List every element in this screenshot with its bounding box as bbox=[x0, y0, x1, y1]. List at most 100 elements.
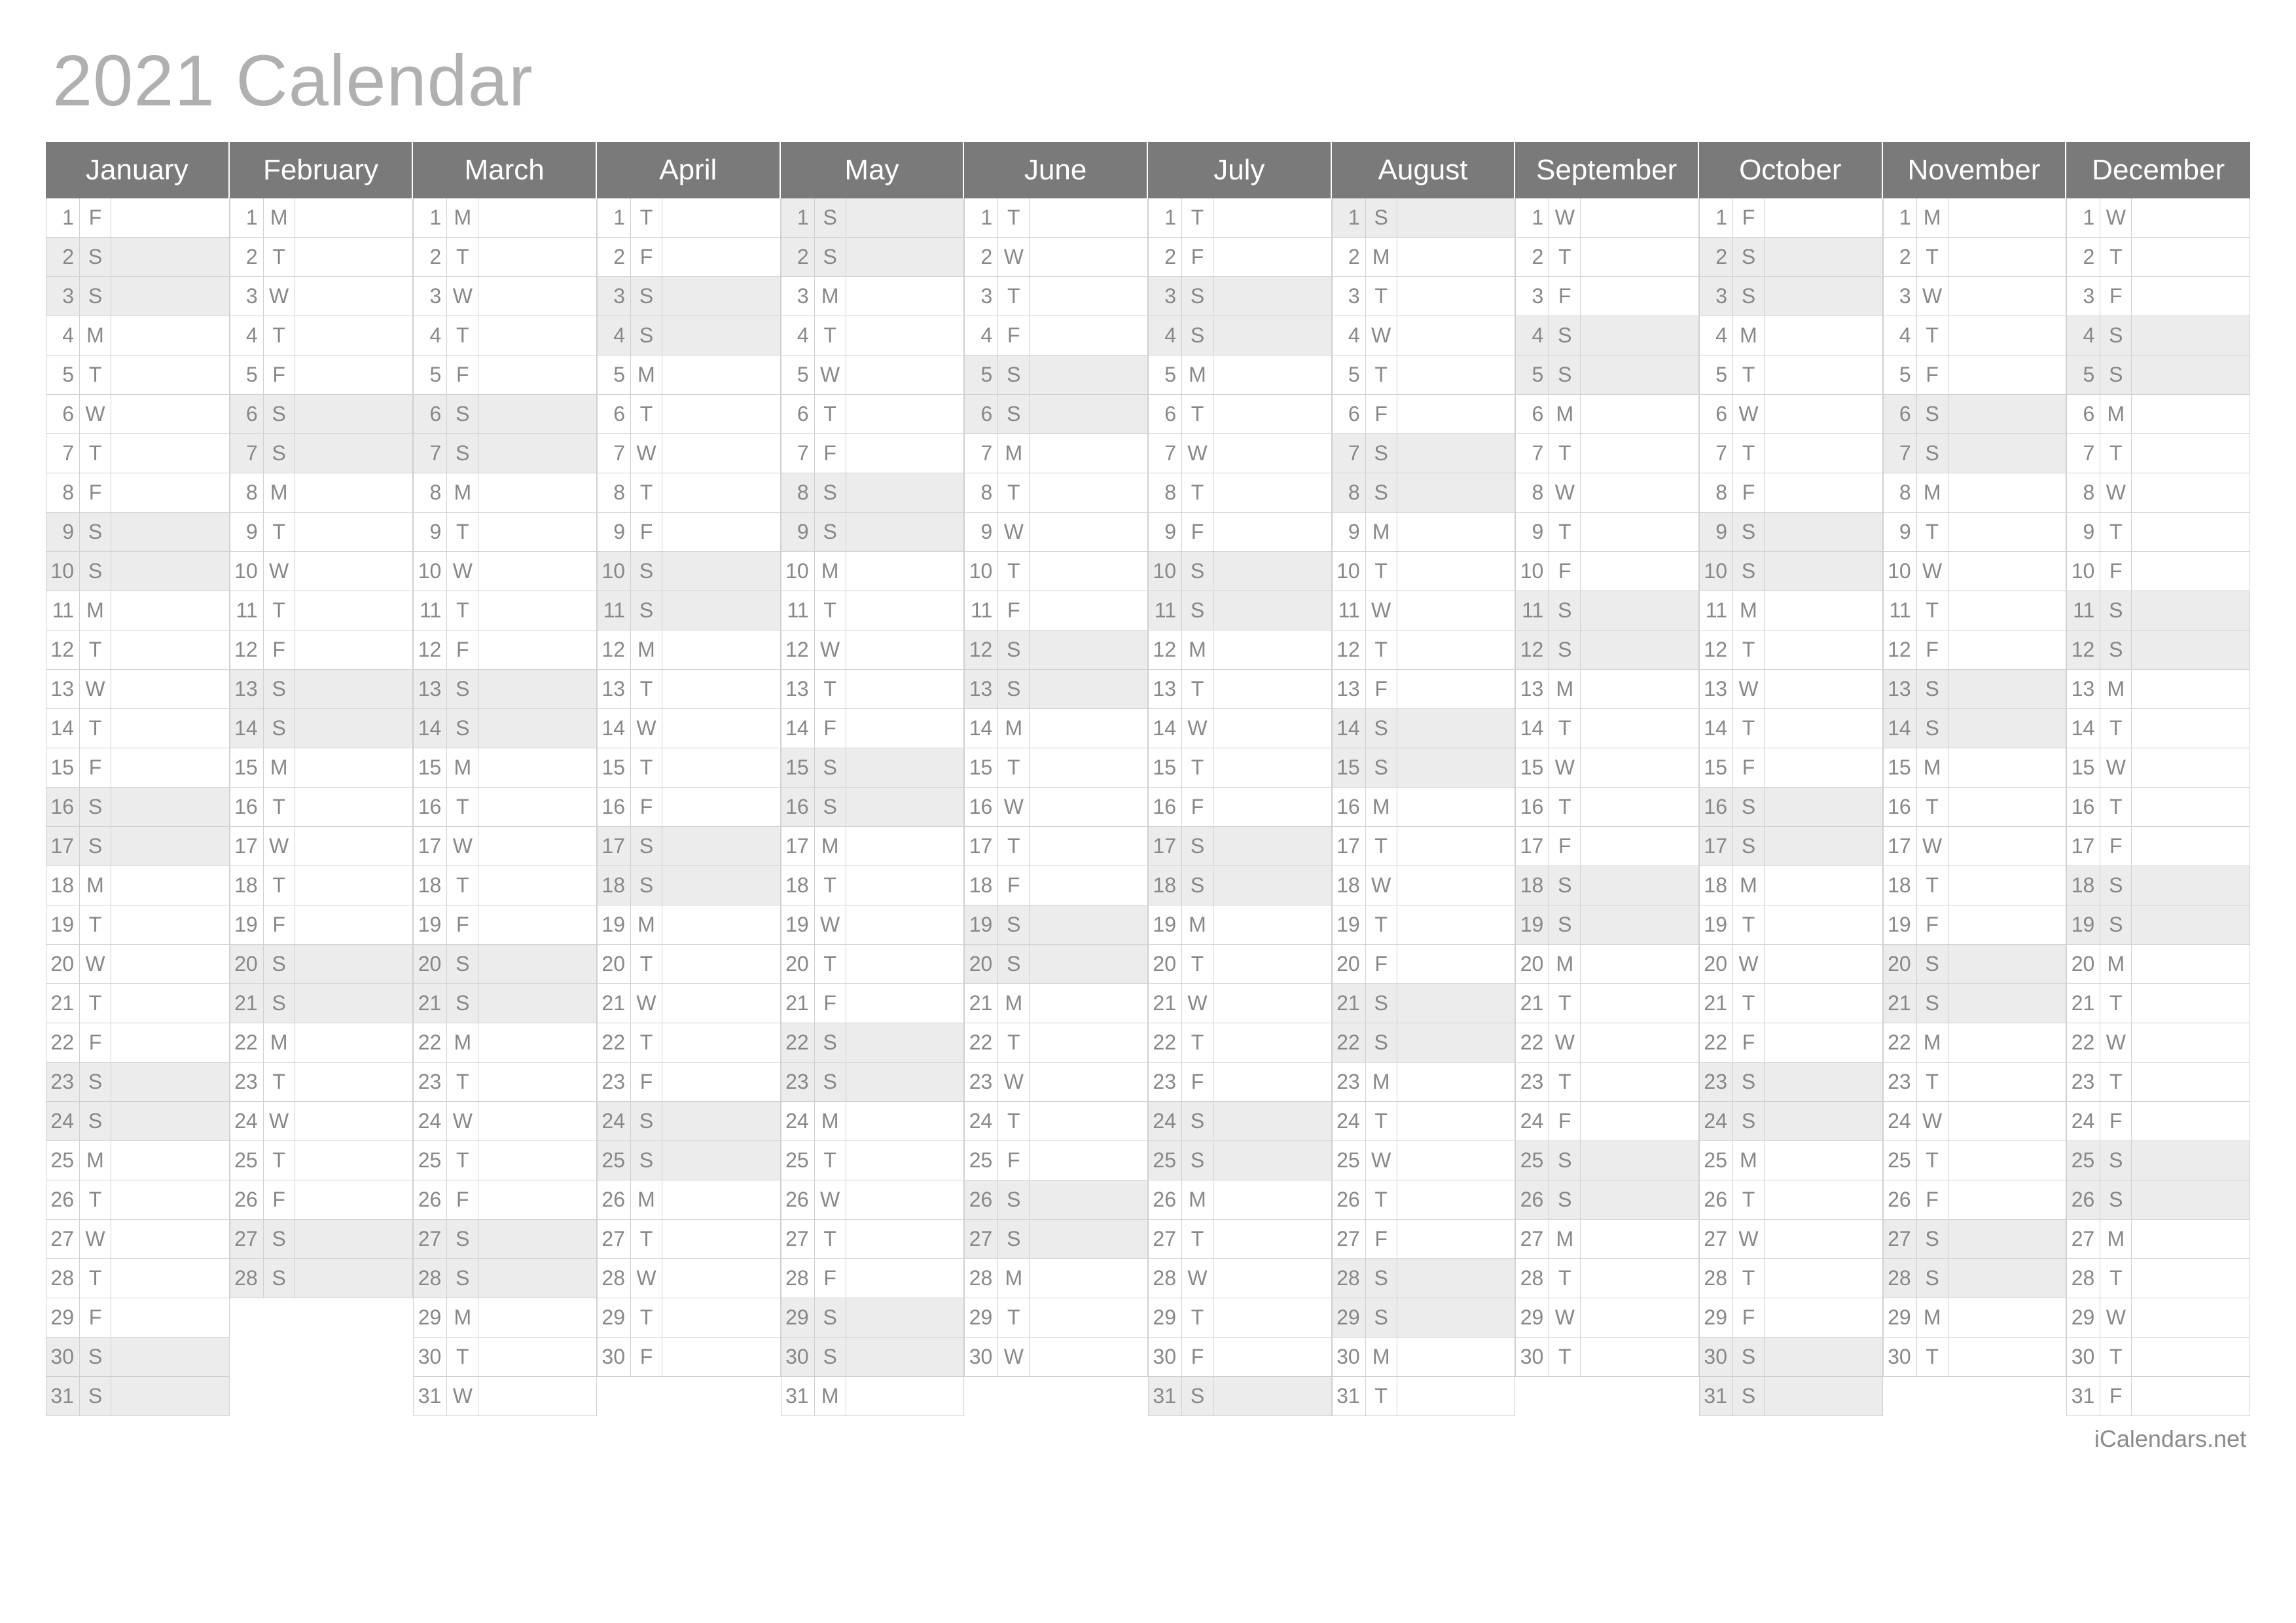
day-number: 17 bbox=[964, 827, 998, 866]
day-number: 1 bbox=[46, 198, 80, 238]
day-number: 23 bbox=[781, 1063, 815, 1102]
day-note-space bbox=[846, 1220, 965, 1259]
day-of-week: S bbox=[1182, 1102, 1213, 1141]
day-row: 17M bbox=[781, 827, 965, 866]
day-note-space bbox=[1213, 513, 1332, 552]
day-row: 25S bbox=[1515, 1141, 1699, 1180]
day-row: 14F bbox=[781, 709, 965, 748]
day-of-week: F bbox=[2100, 1102, 2132, 1141]
day-note-space bbox=[1213, 1220, 1332, 1259]
day-number: 26 bbox=[46, 1180, 80, 1220]
day-of-week: S bbox=[447, 945, 478, 984]
day-row: 17T bbox=[964, 827, 1148, 866]
day-note-space bbox=[111, 316, 230, 356]
day-row: 11M bbox=[46, 591, 230, 630]
day-row: 29W bbox=[1515, 1298, 1699, 1338]
day-row: 26T bbox=[1332, 1180, 1516, 1220]
day-row: 30T bbox=[1515, 1338, 1699, 1377]
day-of-week: T bbox=[80, 1259, 111, 1298]
day-number: 2 bbox=[781, 238, 815, 277]
day-of-week: S bbox=[1549, 591, 1581, 630]
day-row: 20M bbox=[2066, 945, 2250, 984]
day-row: 22T bbox=[964, 1023, 1148, 1063]
day-note-space bbox=[846, 1063, 965, 1102]
day-note-space bbox=[1213, 277, 1332, 316]
day-note-space bbox=[1948, 709, 2067, 748]
day-row: 6T bbox=[781, 395, 965, 434]
day-of-week: M bbox=[1182, 1180, 1213, 1220]
day-number: 25 bbox=[597, 1141, 631, 1180]
day-note-space bbox=[662, 238, 781, 277]
day-of-week: W bbox=[80, 670, 111, 709]
day-number: 26 bbox=[597, 1180, 631, 1220]
day-note-space bbox=[1213, 434, 1332, 473]
day-row: 25T bbox=[781, 1141, 965, 1180]
day-number: 7 bbox=[1148, 434, 1182, 473]
day-of-week: T bbox=[1366, 356, 1397, 395]
day-number: 5 bbox=[1148, 356, 1182, 395]
day-of-week: M bbox=[447, 1023, 478, 1063]
day-note-space bbox=[1948, 1102, 2067, 1141]
day-number: 22 bbox=[597, 1023, 631, 1063]
day-of-week: T bbox=[2100, 434, 2132, 473]
day-of-week: T bbox=[447, 788, 478, 827]
day-row: 8T bbox=[964, 473, 1148, 513]
day-note-space bbox=[1397, 1377, 1516, 1416]
day-row: 2S bbox=[46, 238, 230, 277]
day-number: 15 bbox=[1148, 748, 1182, 788]
day-number: 28 bbox=[2066, 1259, 2100, 1298]
month-column: October1F2S3S4M5T6W7T8F9S10S11M12T13W14T… bbox=[1699, 142, 1883, 1416]
day-of-week: F bbox=[631, 1063, 662, 1102]
day-of-week: S bbox=[1366, 1259, 1397, 1298]
day-note-space bbox=[1397, 1259, 1516, 1298]
day-number: 28 bbox=[1883, 1259, 1917, 1298]
month-column: June1T2W3T4F5S6S7M8T9W10T11F12S13S14M15T… bbox=[964, 142, 1148, 1416]
day-note-space bbox=[111, 670, 230, 709]
day-of-week: F bbox=[447, 1180, 478, 1220]
day-note-space bbox=[662, 513, 781, 552]
day-row: 15S bbox=[1332, 748, 1516, 788]
day-of-week: T bbox=[998, 1023, 1030, 1063]
day-note-space bbox=[478, 630, 597, 670]
day-note-space bbox=[2132, 1102, 2250, 1141]
day-number: 6 bbox=[597, 395, 631, 434]
day-note-space bbox=[2132, 1220, 2250, 1259]
day-row: 16S bbox=[781, 788, 965, 827]
day-note-space bbox=[2132, 513, 2250, 552]
day-row: 16S bbox=[46, 788, 230, 827]
day-note-space bbox=[295, 316, 414, 356]
day-note-space bbox=[1948, 316, 2067, 356]
day-number: 28 bbox=[413, 1259, 447, 1298]
day-note-space bbox=[295, 748, 414, 788]
day-of-week: T bbox=[631, 198, 662, 238]
day-number: 20 bbox=[1332, 945, 1366, 984]
day-of-week: W bbox=[1733, 395, 1765, 434]
day-of-week: T bbox=[998, 552, 1030, 591]
day-number: 15 bbox=[413, 748, 447, 788]
day-note-space bbox=[2132, 827, 2250, 866]
day-number: 26 bbox=[1699, 1180, 1733, 1220]
day-row: 12T bbox=[1699, 630, 1883, 670]
month-column: July1T2F3S4S5M6T7W8T9F10S11S12M13T14W15T… bbox=[1148, 142, 1332, 1416]
day-number: 9 bbox=[413, 513, 447, 552]
day-row: 25M bbox=[1699, 1141, 1883, 1180]
day-of-week: T bbox=[815, 866, 846, 905]
day-row: 22M bbox=[413, 1023, 597, 1063]
day-number: 21 bbox=[1515, 984, 1549, 1023]
day-note-space bbox=[478, 905, 597, 945]
day-note-space bbox=[1948, 591, 2067, 630]
day-number: 7 bbox=[1699, 434, 1733, 473]
day-row: 27M bbox=[2066, 1220, 2250, 1259]
day-of-week: W bbox=[998, 238, 1030, 277]
day-of-week: M bbox=[1917, 198, 1948, 238]
day-number: 16 bbox=[230, 788, 264, 827]
day-number: 26 bbox=[2066, 1180, 2100, 1220]
day-note-space bbox=[1213, 473, 1332, 513]
day-note-space bbox=[1213, 1377, 1332, 1416]
day-note-space bbox=[1765, 905, 1883, 945]
day-row: 20T bbox=[781, 945, 965, 984]
day-number: 29 bbox=[46, 1298, 80, 1338]
day-number: 28 bbox=[1515, 1259, 1549, 1298]
day-note-space bbox=[1397, 1220, 1516, 1259]
day-row: 27M bbox=[1515, 1220, 1699, 1259]
